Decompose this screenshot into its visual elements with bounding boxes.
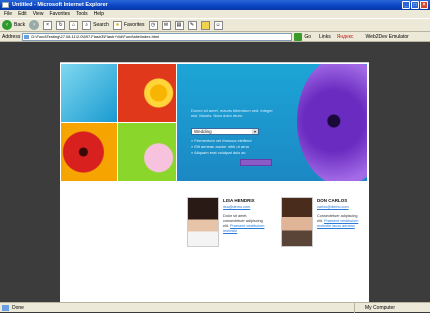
- person-name: LISA HENDRIX: [223, 198, 255, 203]
- yandex-button[interactable]: Яндекс: [337, 34, 354, 40]
- star-icon: ★: [112, 20, 122, 30]
- pink-flower-image: [118, 123, 176, 181]
- avatar: [281, 197, 313, 247]
- gerbera-flower-image: [118, 64, 176, 122]
- person-description: Dolor sit amet, consectetuer adipiscing …: [223, 214, 267, 234]
- menu-bar: File Edit View Favorites Tools Help: [0, 10, 430, 18]
- go-button[interactable]: Go: [304, 34, 311, 40]
- emulator-button[interactable]: Web2Dev Emulator: [366, 34, 409, 40]
- bullet-text: Fermentum vel rhoncus eleifend: [194, 138, 252, 143]
- links-button[interactable]: Links: [319, 34, 331, 40]
- status-bar: Done My Computer: [0, 302, 430, 313]
- bullet-item: » Aliquam erat volutpat duis ac: [191, 150, 246, 155]
- address-bar: Address D:\Fund\Testing\27.08.11\2.0\597…: [0, 32, 430, 42]
- hero-intro-text: Donec sit amet, mauris bibendum sed. Int…: [191, 108, 273, 118]
- search-button[interactable]: ⌕ Search: [82, 20, 109, 30]
- back-label: Back: [14, 22, 26, 28]
- menu-help[interactable]: Help: [94, 10, 104, 18]
- folder-icon[interactable]: [200, 20, 210, 30]
- top-divider: [60, 62, 369, 63]
- toolbar: ‹ Back › × ↻ ⌂ ⌕ Search ★ Favorites ◷ ✉ …: [0, 18, 430, 32]
- mail-icon[interactable]: ✉: [161, 20, 171, 30]
- page-viewport: Donec sit amet, mauris bibendum sed. Int…: [0, 42, 430, 302]
- refresh-icon[interactable]: ↻: [56, 20, 66, 30]
- messenger-icon[interactable]: ☺: [213, 20, 223, 30]
- minimize-button[interactable]: _: [402, 1, 410, 9]
- ie-icon: [2, 2, 9, 8]
- edit-icon[interactable]: ✎: [187, 20, 197, 30]
- person-description: Consectetuer adipiscing elit. Praesent v…: [317, 214, 361, 229]
- menu-view[interactable]: View: [33, 10, 44, 18]
- chevron-down-icon: ▾: [252, 129, 258, 134]
- favorites-label: Favorites: [123, 22, 145, 28]
- print-icon[interactable]: ▤: [174, 20, 184, 30]
- title-bar: Untitled - Microsoft Internet Explorer _…: [0, 0, 430, 10]
- menu-favorites[interactable]: Favorites: [49, 10, 70, 18]
- history-icon[interactable]: ◷: [148, 20, 158, 30]
- blue-tile-image: [61, 64, 117, 122]
- search-label: Search: [93, 22, 109, 28]
- page-icon: [24, 34, 30, 39]
- forward-button[interactable]: ›: [29, 20, 40, 30]
- menu-tools[interactable]: Tools: [76, 10, 88, 18]
- back-button[interactable]: ‹ Back: [2, 20, 25, 30]
- submit-button[interactable]: [240, 159, 272, 166]
- bullet-item: » Elit aenean auctor nibh ut arna: [191, 144, 249, 149]
- browser-window: Untitled - Microsoft Internet Explorer _…: [0, 0, 430, 313]
- window-title: Untitled - Microsoft Internet Explorer: [12, 2, 108, 8]
- favorites-button[interactable]: ★ Favorites: [112, 20, 145, 30]
- address-label: Address: [2, 33, 21, 40]
- person-more-link[interactable]: Praesent vestibulum molestie lacus aenea…: [317, 219, 358, 228]
- category-select-value: Wedding: [194, 129, 212, 134]
- go-arrow-icon[interactable]: [294, 32, 303, 41]
- person-card: LISA HENDRIX lisa@demo.com Dolor sit ame…: [177, 197, 272, 257]
- window-controls: _ □ ×: [402, 1, 428, 9]
- purple-anemone-image: [297, 64, 367, 181]
- address-input[interactable]: D:\Fund\Testing\27.08.11\2.0\597.Flash3\…: [22, 32, 293, 41]
- search-icon: ⌕: [82, 20, 92, 30]
- menu-edit[interactable]: Edit: [18, 10, 27, 18]
- close-button[interactable]: ×: [420, 1, 428, 9]
- person-more-link[interactable]: Praesent vestibulum molestie: [223, 224, 264, 233]
- bullet-text: Elit aenean auctor nibh ut arna: [194, 144, 249, 149]
- back-arrow-icon: ‹: [2, 20, 12, 30]
- status-text: Done: [12, 305, 24, 311]
- person-email-link[interactable]: carlos@demo.com: [317, 205, 349, 209]
- person-name: DON CARLOS: [317, 198, 348, 203]
- red-flower-image: [61, 123, 117, 181]
- category-select[interactable]: Wedding ▾: [191, 128, 259, 135]
- bullet-text: Aliquam erat volutpat duis ac: [194, 150, 246, 155]
- stop-icon[interactable]: ×: [43, 20, 53, 30]
- team-section: LISA HENDRIX lisa@demo.com Dolor sit ame…: [177, 183, 367, 302]
- bullet-item: » Fermentum vel rhoncus eleifend: [191, 138, 252, 143]
- home-icon[interactable]: ⌂: [69, 20, 79, 30]
- page-status-icon: [2, 305, 9, 311]
- maximize-button[interactable]: □: [411, 1, 419, 9]
- person-email-link[interactable]: lisa@demo.com: [223, 205, 250, 209]
- person-card: DON CARLOS carlos@demo.com Consectetuer …: [271, 197, 366, 257]
- site-page: Donec sit amet, mauris bibendum sed. Int…: [60, 62, 369, 302]
- avatar: [187, 197, 219, 247]
- address-url: D:\Fund\Testing\27.08.11\2.0\597.Flash3\…: [31, 33, 160, 39]
- hero-panel: Donec sit amet, mauris bibendum sed. Int…: [177, 64, 367, 181]
- menu-file[interactable]: File: [4, 10, 12, 18]
